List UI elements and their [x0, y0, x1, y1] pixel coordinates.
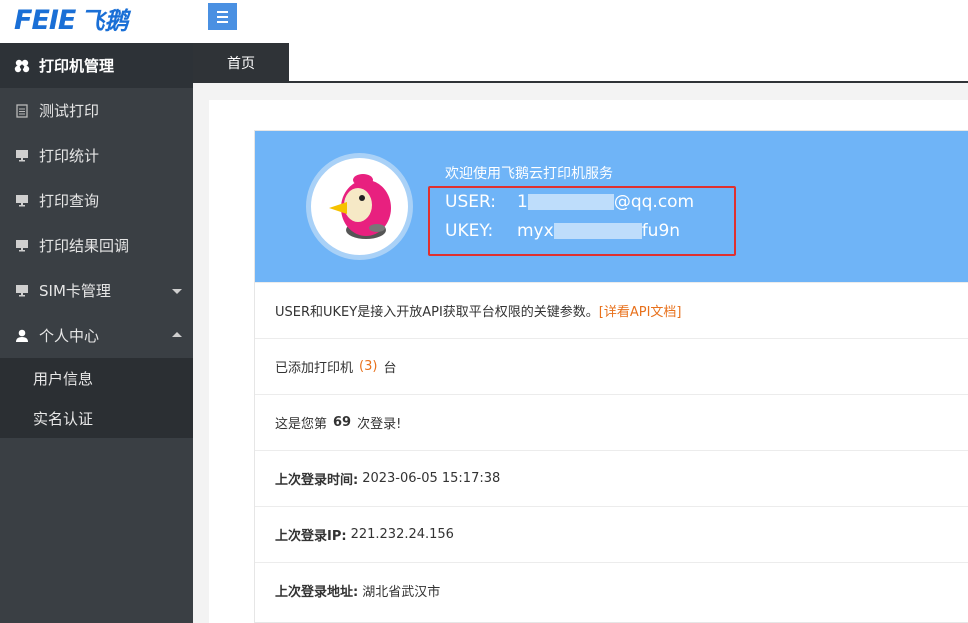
- main-content: 欢迎使用飞鹅云打印机服务 USER: 1 @qq.com UKEY: myx f…: [209, 100, 968, 623]
- hamburger-icon-bar: [217, 20, 228, 23]
- user-icon: [13, 327, 30, 344]
- account-card: 欢迎使用飞鹅云打印机服务 USER: 1 @qq.com UKEY: myx f…: [254, 130, 968, 623]
- hamburger-icon-bar: [217, 15, 228, 18]
- last-login-ip-value: 221.232.24.156: [350, 527, 454, 542]
- ukey-value-suffix: fu9n: [641, 221, 681, 241]
- top-bar: FEIE 飞鹅: [0, 0, 968, 43]
- logo-cn-text: 飞鹅: [80, 7, 129, 35]
- last-login-time-label: 上次登录时间:: [275, 473, 359, 488]
- redacted-mask: [527, 194, 614, 210]
- personal-center-submenu: 用户信息 实名认证: [0, 358, 193, 438]
- menu-toggle-button[interactable]: [208, 3, 237, 30]
- sidebar-item-printer-management[interactable]: 打印机管理: [0, 43, 193, 88]
- last-login-address-value: 湖北省武汉市: [362, 585, 441, 600]
- document-icon: [13, 102, 30, 119]
- welcome-text: 欢迎使用飞鹅云打印机服务: [445, 166, 613, 182]
- sidebar-subitem-user-info[interactable]: 用户信息: [0, 358, 193, 398]
- sidebar-item-print-callback[interactable]: 打印结果回调: [0, 223, 193, 268]
- login-count-prefix: 这是您第: [275, 417, 328, 432]
- monitor-icon: [13, 192, 30, 209]
- sidebar-item-print-query[interactable]: 打印查询: [0, 178, 193, 223]
- printer-count-value: (3): [359, 359, 378, 374]
- sidebar: 打印机管理 测试打印 打印统计 打印查询 打印结果回调 SIM卡管理 个人中心 …: [0, 43, 193, 623]
- sidebar-item-label: 测试打印: [39, 102, 100, 120]
- user-credential: USER: 1 @qq.com: [445, 192, 694, 212]
- sidebar-subitem-real-name[interactable]: 实名认证: [0, 398, 193, 438]
- last-login-ip-row: 上次登录IP: 221.232.24.156: [255, 506, 968, 562]
- sidebar-item-label: 打印统计: [39, 147, 100, 165]
- tab-bar: 首页: [193, 43, 968, 83]
- sidebar-item-label: 打印结果回调: [39, 237, 130, 255]
- sidebar-item-test-print[interactable]: 测试打印: [0, 88, 193, 133]
- feie-logo[interactable]: FEIE 飞鹅: [14, 2, 128, 38]
- sidebar-item-sim-management[interactable]: SIM卡管理: [0, 268, 193, 313]
- goose-mascot-icon: [329, 174, 391, 239]
- ukey-credential: UKEY: myx fu9n: [445, 221, 680, 241]
- login-count-row: 这是您第 69 次登录!: [255, 394, 968, 450]
- sidebar-item-print-stats[interactable]: 打印统计: [0, 133, 193, 178]
- monitor-icon: [13, 237, 30, 254]
- logo-latin-text: FEIE: [14, 5, 76, 36]
- user-value-prefix: 1: [517, 192, 528, 212]
- printer-count-suffix: 台: [383, 361, 397, 376]
- api-doc-link[interactable]: [详看API文档]: [599, 301, 682, 320]
- last-login-address-label: 上次登录地址:: [275, 585, 359, 600]
- hamburger-icon: [217, 10, 228, 13]
- chevron-up-icon: [172, 332, 182, 337]
- sidebar-item-personal-center[interactable]: 个人中心: [0, 313, 193, 358]
- last-login-time-value: 2023-06-05 15:17:38: [362, 471, 501, 486]
- last-login-ip-label: 上次登录IP:: [275, 529, 347, 544]
- avatar: [306, 153, 413, 260]
- api-note-row: USER和UKEY是接入开放API获取平台权限的关键参数。 [详看API文档]: [255, 282, 968, 338]
- user-value-suffix: @qq.com: [613, 192, 695, 212]
- last-login-address-row: 上次登录地址: 湖北省武汉市: [255, 562, 968, 618]
- monitor-icon: [13, 282, 30, 299]
- sidebar-item-label: SIM卡管理: [39, 282, 111, 300]
- sidebar-item-label: 打印查询: [39, 192, 100, 210]
- cubes-icon: [13, 57, 30, 74]
- last-login-time-row: 上次登录时间: 2023-06-05 15:17:38: [255, 450, 968, 506]
- ukey-value-prefix: myx: [517, 221, 554, 241]
- sidebar-item-label: 个人中心: [39, 327, 100, 345]
- chevron-down-icon: [172, 289, 182, 294]
- user-label: USER:: [445, 192, 496, 212]
- ukey-label: UKEY:: [445, 221, 494, 241]
- redacted-mask: [553, 223, 642, 239]
- tab-home[interactable]: 首页: [193, 43, 289, 83]
- monitor-icon: [13, 147, 30, 164]
- printer-count-prefix: 已添加打印机: [275, 361, 354, 376]
- printer-count-row: 已添加打印机 (3) 台: [255, 338, 968, 394]
- welcome-banner: 欢迎使用飞鹅云打印机服务 USER: 1 @qq.com UKEY: myx f…: [255, 131, 968, 282]
- login-count-suffix: 次登录!: [357, 417, 402, 432]
- login-count-value: 69: [333, 415, 352, 430]
- sidebar-item-label: 打印机管理: [39, 57, 115, 75]
- api-note-text: USER和UKEY是接入开放API获取平台权限的关键参数。: [275, 305, 599, 320]
